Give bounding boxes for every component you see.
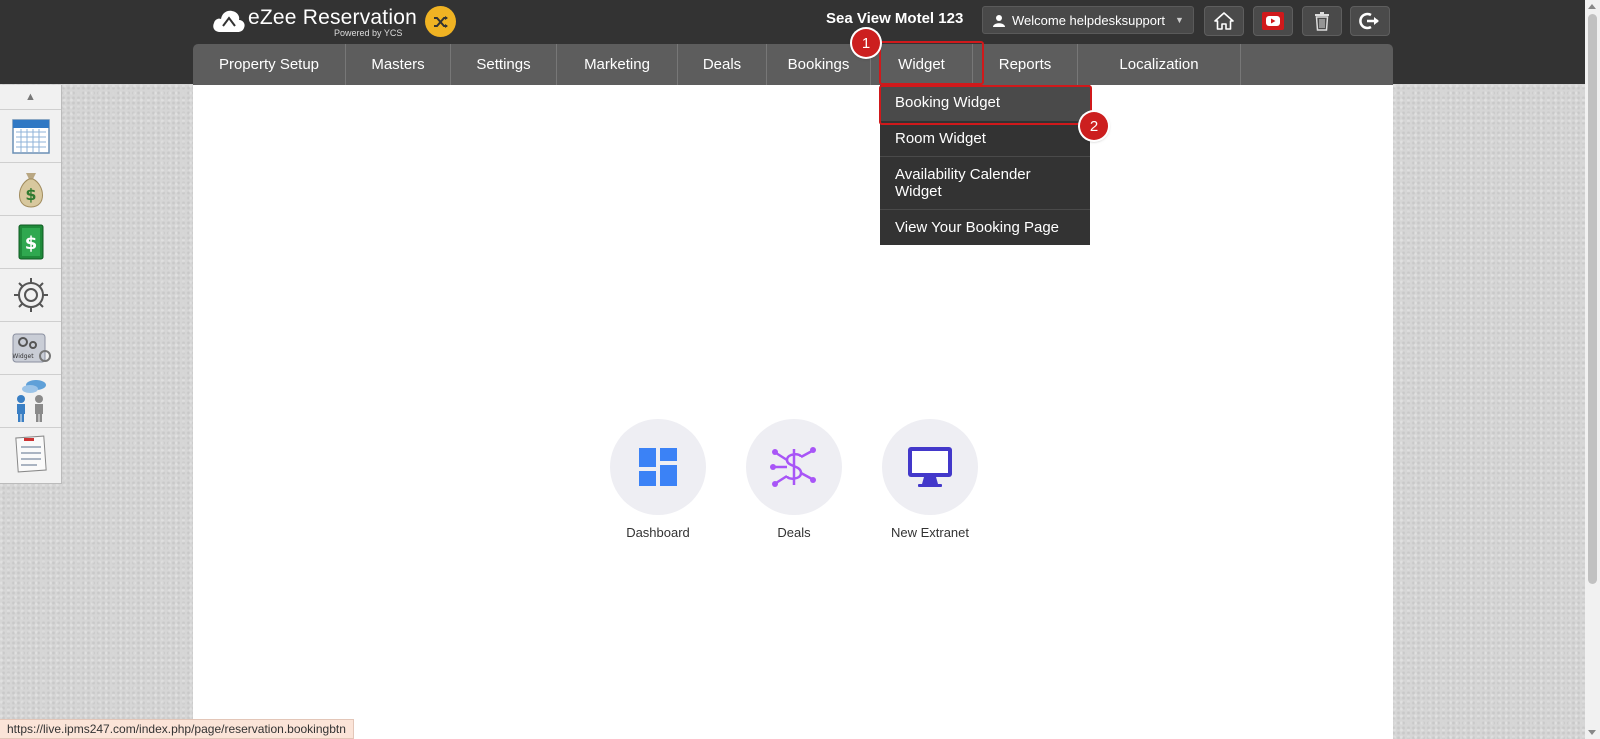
left-sidebar: ▲ $ $ Widget	[0, 85, 62, 484]
sidebar-item-revenue[interactable]: $	[0, 162, 61, 215]
tile-new-extranet-label: New Extranet	[890, 525, 970, 540]
step-2-badge: 2	[1080, 112, 1108, 140]
user-icon	[993, 14, 1005, 27]
svg-text:Widget: Widget	[12, 353, 34, 360]
tile-deals[interactable]: Deals	[746, 419, 842, 540]
money-bag-icon: $	[18, 173, 43, 208]
task-list-icon	[14, 435, 47, 473]
menu-item-availability-calender-widget[interactable]: Availability Calender Widget	[880, 157, 1090, 210]
sidebar-item-tasks[interactable]	[0, 427, 61, 480]
trash-icon	[1315, 12, 1329, 31]
user-menu-button[interactable]: Welcome helpdesksupport ▼	[982, 6, 1194, 34]
logout-button[interactable]	[1350, 6, 1390, 36]
nav-property-setup[interactable]: Property Setup	[193, 44, 346, 85]
monitor-icon	[908, 447, 952, 487]
scroll-down-icon[interactable]	[1588, 730, 1596, 735]
users-chat-icon	[16, 380, 46, 422]
sidebar-item-cash[interactable]: $	[0, 215, 61, 268]
page-scrollbar[interactable]	[1585, 0, 1600, 739]
scroll-thumb[interactable]	[1588, 14, 1597, 584]
property-name: Sea View Motel 123	[826, 10, 964, 27]
deals-icon	[770, 447, 816, 487]
sidebar-item-widget[interactable]: Widget	[0, 321, 61, 374]
shuffle-icon	[433, 15, 448, 28]
calendar-icon	[11, 119, 50, 154]
highlight-booking-widget	[879, 85, 1092, 125]
nav-marketing[interactable]: Marketing	[557, 44, 678, 85]
cash-icon: $	[18, 224, 43, 260]
tile-deals-label: Deals	[777, 525, 811, 540]
switch-property-button[interactable]	[425, 6, 456, 37]
welcome-text: Welcome helpdesksupport	[1012, 12, 1165, 28]
main-nav: Property Setup Masters Settings Marketin…	[193, 44, 1393, 85]
sidebar-item-users[interactable]	[0, 374, 61, 427]
highlight-widget-tab	[879, 41, 984, 85]
tile-dashboard-circle[interactable]	[610, 419, 706, 515]
widget-icon: Widget	[12, 333, 51, 363]
tile-deals-circle[interactable]	[746, 419, 842, 515]
sidebar-item-settings[interactable]	[0, 268, 61, 321]
clear-cache-button[interactable]	[1302, 6, 1342, 36]
menu-item-view-booking-page[interactable]: View Your Booking Page	[880, 210, 1090, 245]
dashboard-icon	[639, 448, 677, 486]
logout-icon	[1359, 12, 1379, 30]
cloud-logo-icon	[213, 10, 245, 32]
main-content	[193, 85, 1393, 739]
tile-new-extranet-circle[interactable]	[882, 419, 978, 515]
powered-by: Powered by YCS	[334, 28, 403, 38]
status-url-bar: https://live.ipms247.com/index.php/page/…	[0, 719, 354, 739]
svg-text:$: $	[24, 233, 37, 254]
tile-dashboard-label: Dashboard	[626, 525, 690, 540]
home-button[interactable]	[1204, 6, 1244, 36]
app-name: eZee Reservation	[248, 6, 417, 29]
nav-reports[interactable]: Reports	[973, 44, 1078, 85]
tile-new-extranet[interactable]: New Extranet	[882, 419, 978, 540]
gear-icon	[13, 278, 48, 312]
sidebar-item-calendar[interactable]	[0, 109, 61, 162]
tile-dashboard[interactable]: Dashboard	[610, 419, 706, 540]
youtube-icon	[1262, 12, 1284, 30]
step-1-badge: 1	[852, 29, 880, 57]
nav-localization[interactable]: Localization	[1078, 44, 1241, 85]
svg-text:$: $	[25, 185, 36, 204]
menu-item-room-widget[interactable]: Room Widget	[880, 121, 1090, 157]
nav-deals[interactable]: Deals	[678, 44, 767, 85]
chevron-down-icon: ▼	[1174, 15, 1184, 25]
scroll-up-icon[interactable]	[1588, 4, 1596, 9]
collapse-sidebar-icon[interactable]: ▲	[0, 85, 61, 109]
home-icon	[1214, 12, 1234, 30]
nav-settings[interactable]: Settings	[451, 44, 557, 85]
youtube-button[interactable]	[1253, 6, 1293, 36]
nav-masters[interactable]: Masters	[346, 44, 451, 85]
